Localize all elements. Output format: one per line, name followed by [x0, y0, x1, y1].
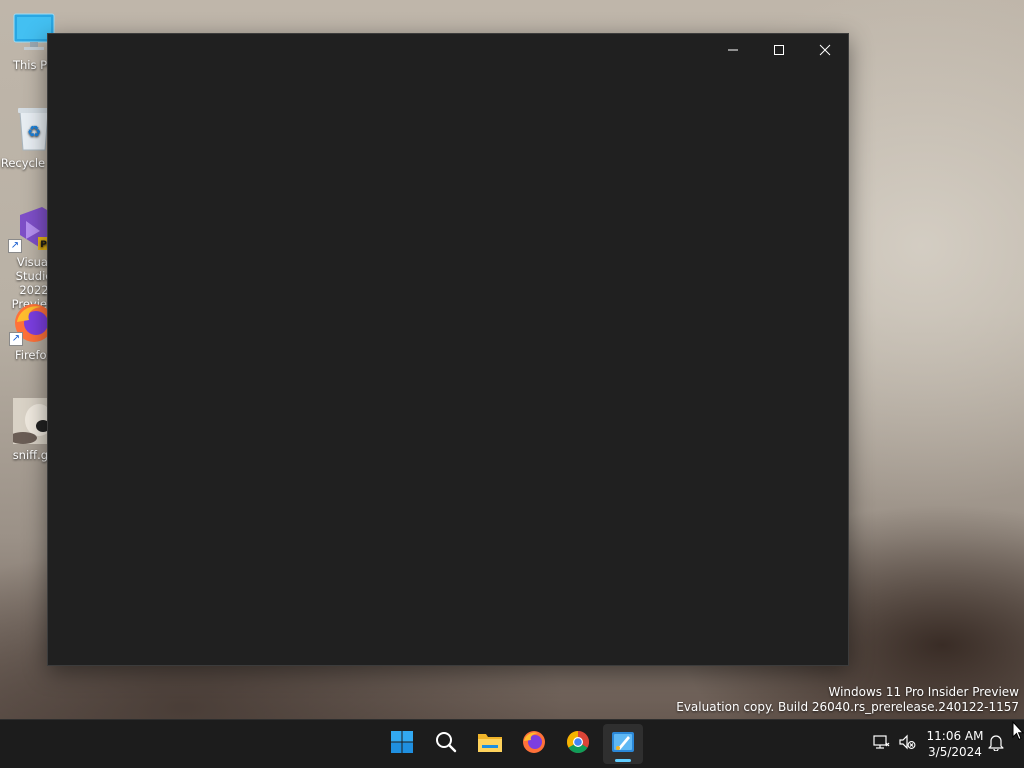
taskbar-search-button[interactable]: [426, 724, 466, 764]
minimize-button[interactable]: [710, 34, 756, 66]
folder-icon: [477, 731, 503, 757]
shortcut-arrow-icon: ↗: [9, 332, 23, 346]
watermark-edition: Windows 11 Pro Insider Preview: [828, 685, 1019, 699]
taskbar-file-explorer[interactable]: [470, 724, 510, 764]
taskbar-firefox[interactable]: [514, 724, 554, 764]
window-content-area: [48, 66, 848, 665]
shortcut-arrow-icon: ↗: [8, 239, 22, 253]
maximize-button[interactable]: [756, 34, 802, 66]
bell-icon: [987, 733, 1005, 755]
volume-muted-icon: [898, 733, 916, 755]
evaluation-watermark: Windows 11 Pro Insider Preview Evaluatio…: [676, 685, 1019, 715]
mouse-cursor-icon: [1012, 720, 1024, 745]
tray-volume-button[interactable]: [895, 732, 919, 756]
network-disconnected-icon: [872, 733, 890, 755]
firefox-icon: [522, 730, 546, 758]
watermark-build: Evaluation copy. Build 26040.rs_prerelea…: [676, 700, 1019, 714]
windows-start-icon: [390, 730, 414, 758]
search-icon: [434, 730, 458, 758]
maximize-icon: [773, 41, 785, 60]
close-icon: [819, 41, 831, 60]
tray-notifications-button[interactable]: [984, 732, 1008, 756]
window-titlebar[interactable]: [48, 34, 848, 66]
clock-date: 3/5/2024: [928, 745, 982, 759]
app-window[interactable]: [47, 33, 849, 666]
clock-time: 11:06 AM: [926, 729, 984, 743]
chrome-icon: [566, 730, 590, 758]
taskbar-start-button[interactable]: [382, 724, 422, 764]
minimize-icon: [727, 41, 739, 60]
active-app-indicator: [615, 759, 631, 762]
taskbar-clock[interactable]: 11:06 AM 3/5/2024: [922, 728, 988, 760]
paint-icon: [611, 730, 635, 758]
taskbar: 11:06 AM 3/5/2024: [0, 719, 1024, 768]
svg-text:♻: ♻: [27, 122, 41, 141]
taskbar-paint[interactable]: [603, 724, 643, 764]
taskbar-chrome[interactable]: [558, 724, 598, 764]
close-button[interactable]: [802, 34, 848, 66]
tray-network-button[interactable]: [869, 732, 893, 756]
